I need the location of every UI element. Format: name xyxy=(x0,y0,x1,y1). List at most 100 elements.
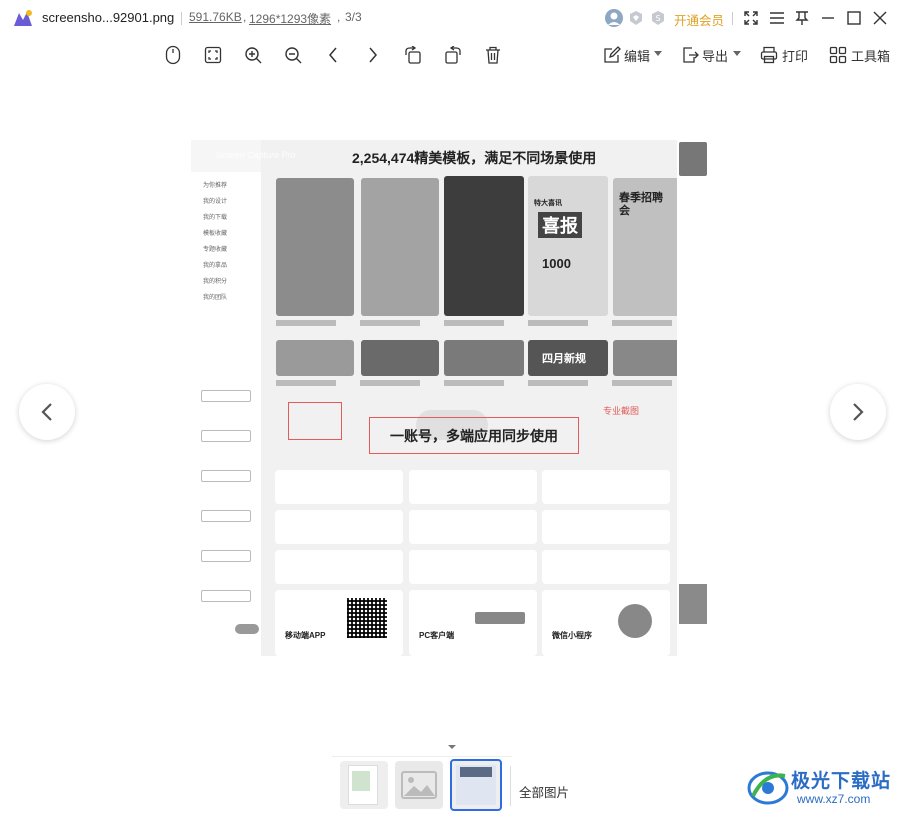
divider xyxy=(510,766,511,806)
export-button[interactable]: 导出 xyxy=(702,46,728,65)
template-card: 特大喜讯 喜报 1000 xyxy=(528,176,608,316)
inner-button xyxy=(201,510,251,522)
inner-sidebar-item: 专题收藏 xyxy=(203,247,228,253)
thumbnail-2[interactable] xyxy=(395,761,443,809)
card-title: 四月新规 xyxy=(542,353,586,365)
export-dropdown-icon[interactable] xyxy=(733,51,741,56)
template-card xyxy=(613,340,685,376)
platform-cell xyxy=(409,550,537,584)
image-counter: 3/3 xyxy=(345,10,362,24)
site-watermark: 极光下载站 www.xz7.com xyxy=(745,764,905,814)
all-images-button[interactable]: 全部图片 xyxy=(519,782,569,801)
card-title: 喜报 xyxy=(538,212,582,238)
card-title: 春季招聘会 xyxy=(619,192,663,217)
platform-cell xyxy=(409,470,537,504)
next-icon[interactable] xyxy=(361,43,385,67)
file-name: screensho...92901.png xyxy=(42,10,175,25)
inner-sidebar-item: 我的拿品 xyxy=(203,263,228,269)
fit-window-icon[interactable] xyxy=(201,43,225,67)
inner-right-rail xyxy=(677,140,709,656)
print-button[interactable]: 打印 xyxy=(782,46,808,65)
platform-cell: 移动端APP xyxy=(275,590,403,656)
template-card xyxy=(444,340,524,376)
thumbnail-1[interactable] xyxy=(340,761,388,809)
sync-banner: 一账号，多端应用同步使用 xyxy=(369,417,579,454)
inner-headline: 2,254,474精美模板，满足不同场景使用 xyxy=(352,150,597,166)
pro-capture-label: 专业截图 xyxy=(603,406,640,416)
inner-sidebar-item: 我的设计 xyxy=(203,199,228,205)
inner-sidebar: 为你推荐 我的设计 我的下载 模板收藏 专题收藏 我的拿品 我的积分 我的团队 xyxy=(191,140,261,656)
rotate-left-icon[interactable] xyxy=(401,43,425,67)
maximize-icon[interactable] xyxy=(844,8,864,28)
comma: , xyxy=(243,10,247,24)
coin-icon[interactable]: S xyxy=(648,8,668,28)
image-dimensions[interactable]: 1296*1293像素 xyxy=(249,10,331,27)
comma: , xyxy=(337,10,341,24)
file-size[interactable]: 591.76KB xyxy=(189,10,242,24)
template-card: 春季招聘会 xyxy=(613,178,685,316)
thumbnail-3[interactable] xyxy=(450,759,502,811)
platform-title: 移动端APP xyxy=(285,631,326,640)
inner-button xyxy=(201,550,251,562)
export-icon[interactable] xyxy=(678,43,702,67)
inner-button xyxy=(201,590,251,602)
previous-icon[interactable] xyxy=(321,43,345,67)
inner-button xyxy=(201,390,251,402)
image-toolbar: 编辑 导出 打印 工具箱 xyxy=(0,38,905,72)
image-placeholder-icon xyxy=(401,771,437,799)
platform-cell xyxy=(275,470,403,504)
qr-code xyxy=(347,598,387,638)
delete-icon[interactable] xyxy=(481,43,505,67)
print-icon[interactable] xyxy=(757,43,781,67)
platform-title: PC客户端 xyxy=(419,631,455,640)
download-badge xyxy=(475,612,525,624)
thumb-content xyxy=(460,767,492,777)
edit-icon[interactable] xyxy=(600,43,624,67)
mouse-mode-icon[interactable] xyxy=(161,43,185,67)
inner-pill xyxy=(235,624,259,634)
template-card xyxy=(361,340,439,376)
previous-image-button[interactable] xyxy=(19,384,75,440)
zoom-out-icon[interactable] xyxy=(281,43,305,67)
next-image-button[interactable] xyxy=(830,384,886,440)
toolbox-button[interactable]: 工具箱 xyxy=(851,46,890,65)
avatar[interactable] xyxy=(604,8,624,28)
template-card xyxy=(444,176,524,316)
collapse-strip-icon[interactable] xyxy=(437,742,467,752)
inner-sidebar-item: 我的积分 xyxy=(203,279,228,285)
thumb-content xyxy=(352,771,370,791)
vip-badge-icon[interactable] xyxy=(626,8,646,28)
menu-icon[interactable] xyxy=(767,8,787,28)
fullscreen-icon[interactable] xyxy=(741,8,761,28)
edit-dropdown-icon[interactable] xyxy=(654,51,662,56)
app-logo-icon xyxy=(14,10,32,26)
template-card xyxy=(276,178,354,316)
platform-cell xyxy=(542,470,670,504)
zoom-in-icon[interactable] xyxy=(241,43,265,67)
platform-cell: PC客户端 xyxy=(409,590,537,656)
edit-button[interactable]: 编辑 xyxy=(624,46,650,65)
title-bar: screensho...92901.png 591.76KB , 1296*12… xyxy=(0,0,905,36)
close-icon[interactable] xyxy=(870,8,890,28)
inner-button xyxy=(201,430,251,442)
platform-cell xyxy=(409,510,537,544)
inner-button xyxy=(201,470,251,482)
image-canvas[interactable]: 为你推荐 我的设计 我的下载 模板收藏 专题收藏 我的拿品 我的积分 我的团队 … xyxy=(191,140,709,656)
toolbox-icon[interactable] xyxy=(826,43,850,67)
watermark-title: 极光下载站 xyxy=(791,771,892,792)
pin-icon[interactable] xyxy=(792,8,812,28)
platform-cell xyxy=(275,550,403,584)
template-card: 四月新规 xyxy=(528,340,608,376)
rail-highlight xyxy=(679,584,707,624)
inner-sidebar-item: 我的团队 xyxy=(203,295,228,301)
template-card xyxy=(276,340,354,376)
minimize-icon[interactable] xyxy=(818,8,838,28)
open-vip-link[interactable]: 开通会员 xyxy=(674,10,724,29)
caption-row xyxy=(276,380,686,386)
rotate-right-icon[interactable] xyxy=(441,43,465,67)
watermark-logo-icon xyxy=(747,771,789,805)
card-title: 特大喜讯 xyxy=(534,200,562,207)
annotation-rectangle xyxy=(288,402,342,440)
watermark-url: www.xz7.com xyxy=(797,792,871,806)
card-title: 1000 xyxy=(542,256,571,271)
